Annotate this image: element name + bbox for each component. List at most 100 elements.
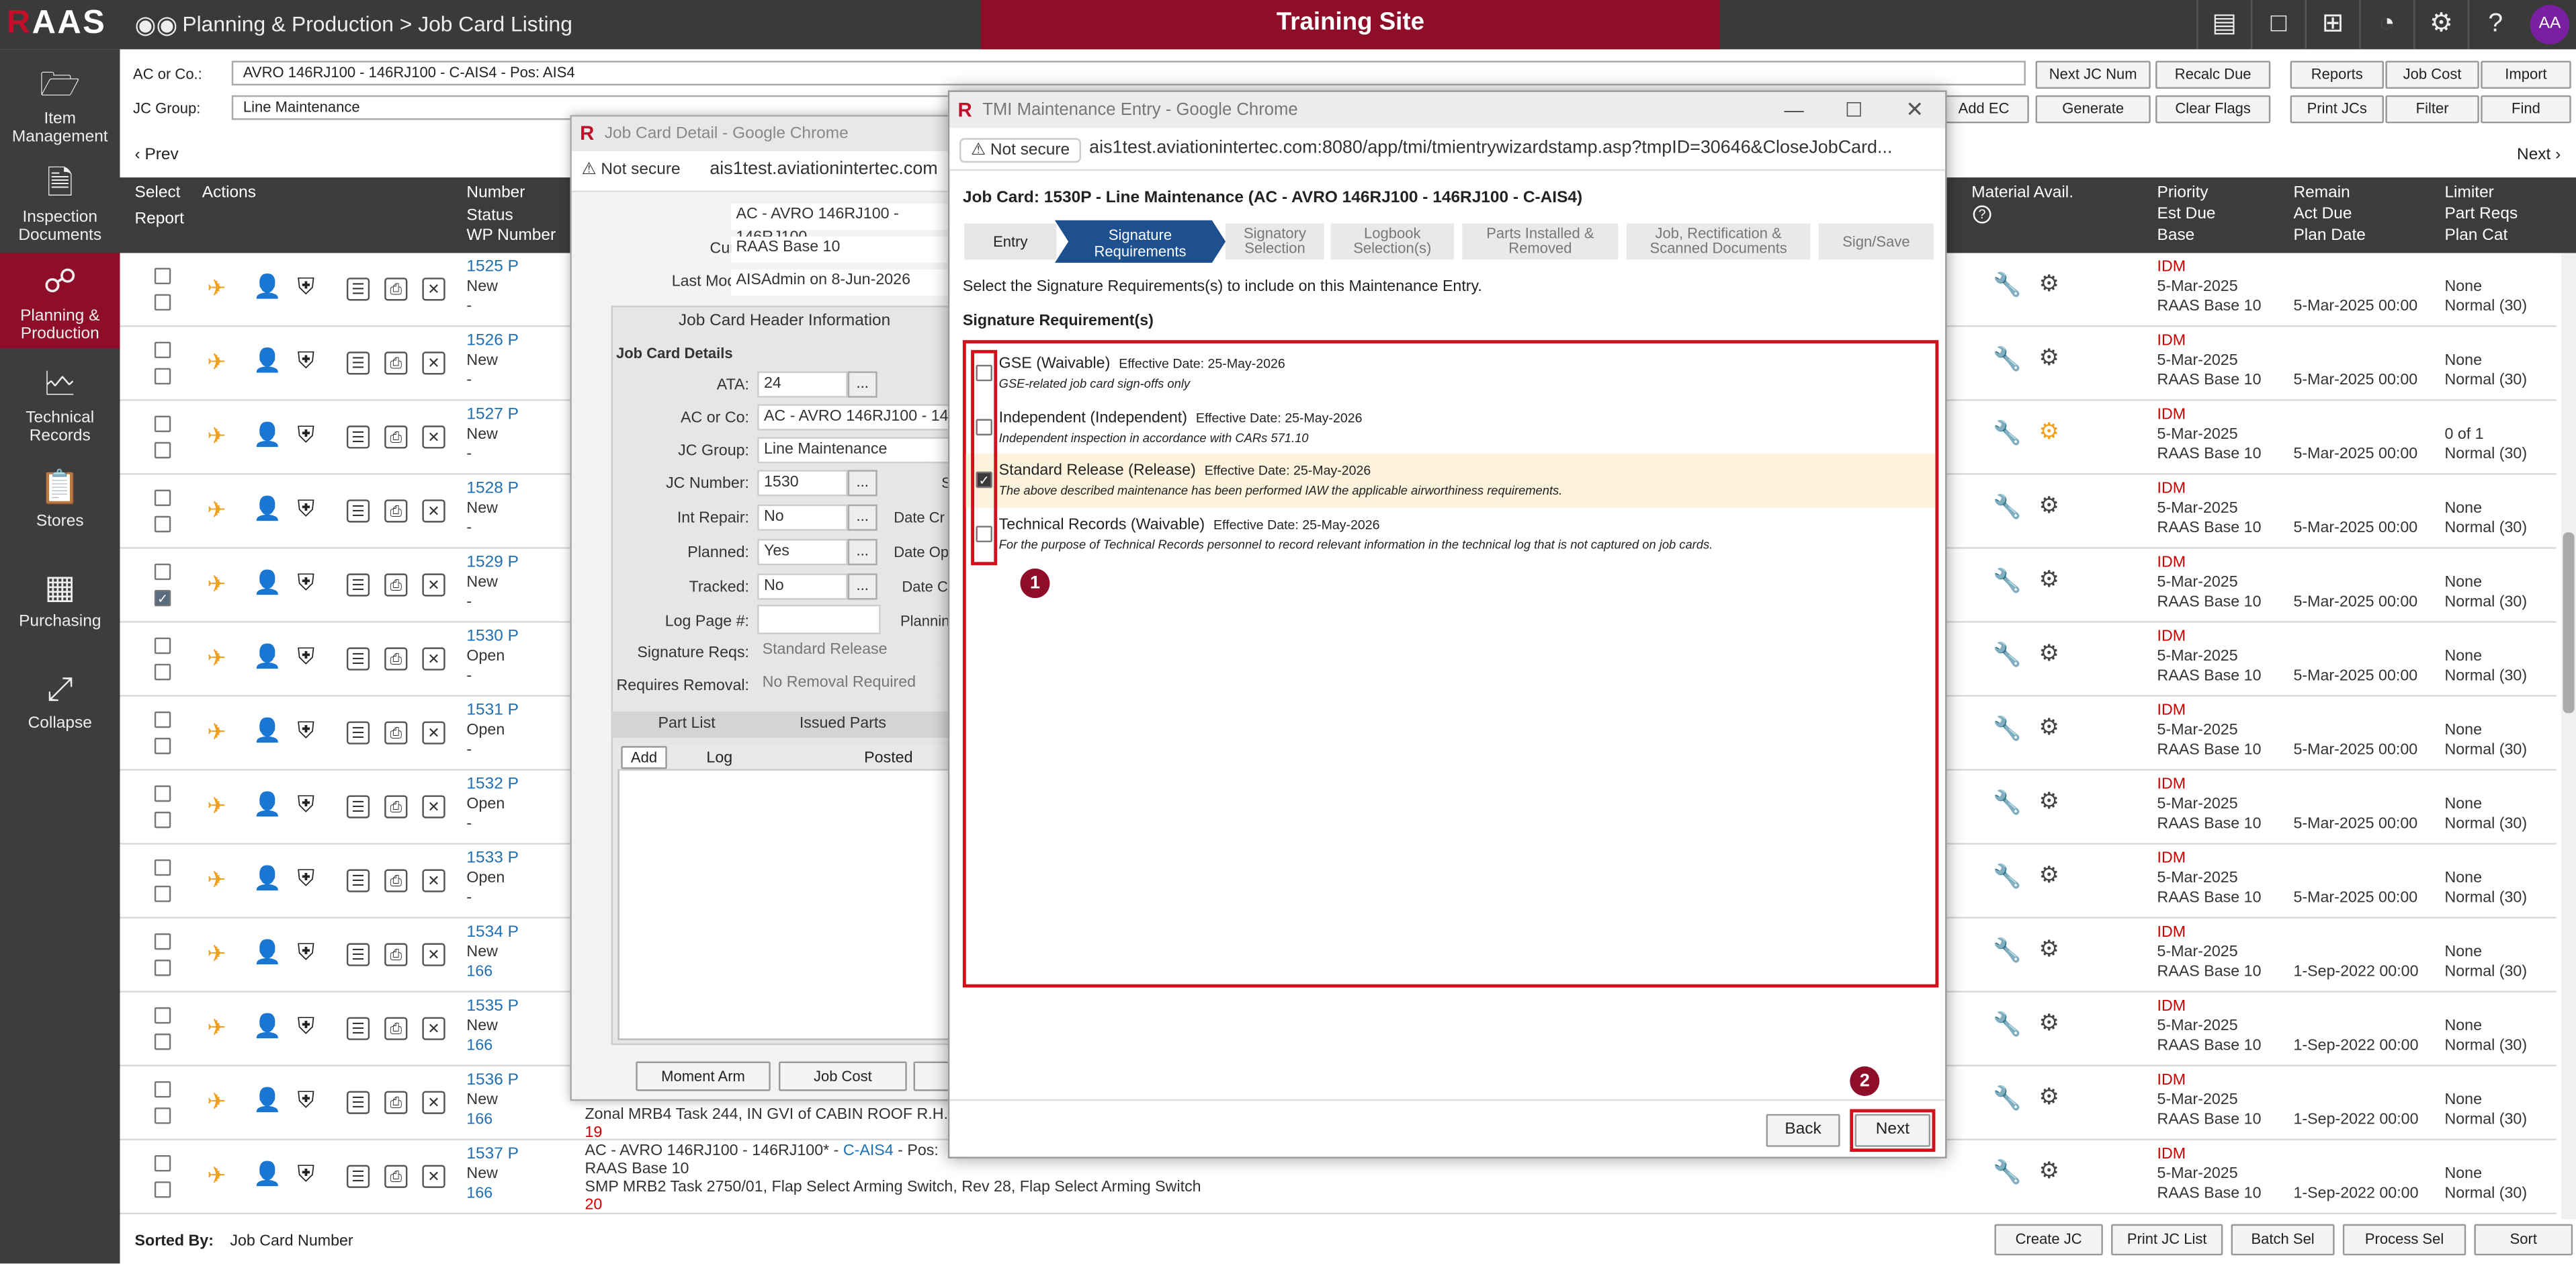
- print-icon[interactable]: ⎙: [384, 1091, 408, 1114]
- gear-icon[interactable]: ⚙: [2038, 1085, 2059, 1107]
- next-button[interactable]: Next: [1854, 1113, 1931, 1147]
- report-checkbox[interactable]: [154, 441, 171, 459]
- print-icon[interactable]: ⎙: [384, 943, 408, 966]
- aircraft-icon[interactable]: ✈: [207, 646, 226, 669]
- aircraft-icon[interactable]: ✈: [207, 794, 226, 816]
- shield-icon[interactable]: ⛨: [298, 792, 315, 815]
- step-parts-installed[interactable]: Parts Installed & Removed: [1462, 223, 1619, 260]
- ac-select[interactable]: AVRO 146RJ100 - 146RJ100 - C-AIS4 - Pos:…: [231, 60, 2026, 86]
- wp-number[interactable]: 166: [466, 1037, 492, 1055]
- close-icon[interactable]: ✕: [422, 573, 445, 597]
- gear-icon[interactable]: ⚙: [2038, 345, 2059, 368]
- print-icon[interactable]: ⎙: [384, 795, 408, 818]
- report-checkbox[interactable]: [154, 1034, 171, 1050]
- binoculars-icon[interactable]: ◉◉: [135, 10, 178, 40]
- jc-group-input[interactable]: Line Maintenance: [757, 437, 958, 464]
- aircraft-icon[interactable]: ✈: [207, 498, 226, 521]
- ata-input[interactable]: 24: [757, 371, 848, 398]
- jc-number-lookup-button[interactable]: ...: [847, 470, 877, 497]
- recalc-due-button[interactable]: Recalc Due: [2155, 60, 2271, 89]
- tracked-input[interactable]: No: [757, 573, 848, 600]
- close-icon[interactable]: ✕: [422, 869, 445, 892]
- gear-icon[interactable]: ⚙: [2413, 0, 2468, 50]
- jcd-url[interactable]: ais1test.aviationintertec.com: [710, 159, 937, 179]
- job-card-number[interactable]: 1525 P: [466, 258, 519, 276]
- ata-lookup-button[interactable]: ...: [847, 371, 877, 398]
- shield-icon[interactable]: ⛨: [298, 496, 315, 519]
- nav-item-management[interactable]: 🗁 Item Management: [0, 66, 120, 148]
- select-checkbox[interactable]: [154, 1007, 171, 1024]
- select-checkbox[interactable]: [154, 711, 171, 728]
- gear-icon[interactable]: ⚙: [2038, 493, 2059, 516]
- add-ec-button[interactable]: Add EC: [1938, 95, 2029, 124]
- report-checkbox[interactable]: [154, 885, 171, 902]
- list-icon[interactable]: ☰: [346, 647, 370, 671]
- jc-number-input[interactable]: 1530: [757, 470, 848, 497]
- list-icon[interactable]: ☰: [346, 278, 370, 301]
- col-select[interactable]: Select: [135, 184, 181, 204]
- assign-user-icon[interactable]: 👤: [253, 1162, 282, 1185]
- job-card-number[interactable]: 1535 P: [466, 997, 519, 1015]
- shield-icon[interactable]: ⛨: [298, 644, 315, 667]
- select-checkbox[interactable]: [154, 933, 171, 950]
- job-card-number[interactable]: 1530 P: [466, 628, 519, 646]
- col-priority[interactable]: Priority: [2157, 184, 2208, 204]
- wp-number[interactable]: 166: [466, 1185, 492, 1203]
- shield-icon[interactable]: ⛨: [298, 348, 315, 371]
- acco-input[interactable]: AC - AVRO 146RJ100 - 14: [757, 404, 958, 431]
- generate-button[interactable]: Generate: [2035, 95, 2151, 124]
- job-card-number[interactable]: 1529 P: [466, 554, 519, 572]
- assign-user-icon[interactable]: 👤: [253, 718, 282, 741]
- shield-icon[interactable]: ⛨: [298, 1014, 315, 1037]
- select-checkbox[interactable]: [154, 1154, 171, 1172]
- wrench-icon[interactable]: 🔧: [1993, 1160, 2022, 1183]
- nav-planning-production[interactable]: ☍ Planning & Production: [0, 253, 120, 349]
- gear-icon[interactable]: ⚙: [2038, 567, 2059, 590]
- job-card-number[interactable]: 1534 P: [466, 923, 519, 941]
- nav-stores[interactable]: 📋 Stores: [0, 468, 120, 534]
- aircraft-icon[interactable]: ✈: [207, 1089, 226, 1112]
- select-checkbox[interactable]: [154, 859, 171, 876]
- wrench-icon[interactable]: 🔧: [1993, 273, 2022, 296]
- close-icon[interactable]: ✕: [422, 278, 445, 301]
- print-icon[interactable]: ⎙: [384, 425, 408, 449]
- tab-part-list[interactable]: Part List: [621, 715, 753, 733]
- print-jcs-button[interactable]: Print JCs: [2290, 95, 2384, 124]
- scrollbar[interactable]: [2561, 253, 2576, 1220]
- import-button[interactable]: Import: [2481, 60, 2571, 89]
- wrench-icon[interactable]: 🔧: [1993, 790, 2022, 813]
- process-sel-button[interactable]: Process Sel: [2342, 1224, 2466, 1256]
- next-jc-num-button[interactable]: Next JC Num: [2035, 60, 2151, 89]
- gear-icon[interactable]: ⚙: [2038, 419, 2059, 442]
- reports-button[interactable]: Reports: [2290, 60, 2384, 89]
- aircraft-icon[interactable]: ✈: [207, 941, 226, 964]
- wrench-icon[interactable]: 🔧: [1993, 568, 2022, 591]
- wp-number[interactable]: 166: [466, 963, 492, 981]
- job-cost-detail-button[interactable]: Job Cost: [779, 1061, 907, 1091]
- planned-input[interactable]: Yes: [757, 539, 848, 566]
- list-icon[interactable]: ☰: [346, 351, 370, 375]
- step-job-rectification[interactable]: Job, Rectification & Scanned Documents: [1626, 223, 1811, 260]
- clear-flags-button[interactable]: Clear Flags: [2155, 95, 2271, 124]
- nav-purchasing[interactable]: ▦ Purchasing: [0, 568, 120, 634]
- shield-icon[interactable]: ⛨: [298, 570, 315, 593]
- tmi-url[interactable]: ais1test.aviationintertec.com:8080/app/t…: [1089, 138, 1892, 157]
- nav-inspection-documents[interactable]: 🗎 Inspection Documents: [0, 165, 120, 247]
- gear-icon[interactable]: ⚙: [2038, 937, 2059, 960]
- col-est-due[interactable]: Est Due: [2157, 206, 2216, 225]
- filter-button[interactable]: Filter: [2385, 95, 2479, 124]
- wrench-icon[interactable]: 🔧: [1993, 716, 2022, 739]
- shield-icon[interactable]: ⛨: [298, 1162, 315, 1185]
- avatar[interactable]: AA: [2530, 5, 2570, 45]
- select-checkbox[interactable]: [154, 637, 171, 655]
- report-checkbox[interactable]: [154, 811, 171, 829]
- back-button[interactable]: Back: [1766, 1113, 1840, 1147]
- int-repair-lookup-button[interactable]: ...: [847, 504, 877, 531]
- job-card-number[interactable]: 1532 P: [466, 775, 519, 794]
- int-repair-input[interactable]: No: [757, 504, 848, 531]
- moment-arm-button[interactable]: Moment Arm: [636, 1061, 771, 1091]
- report-checkbox[interactable]: [154, 1107, 171, 1124]
- id-card-icon[interactable]: ▤: [2196, 0, 2251, 50]
- log-page-input[interactable]: [757, 604, 881, 634]
- aircraft-icon[interactable]: ✈: [207, 1163, 226, 1186]
